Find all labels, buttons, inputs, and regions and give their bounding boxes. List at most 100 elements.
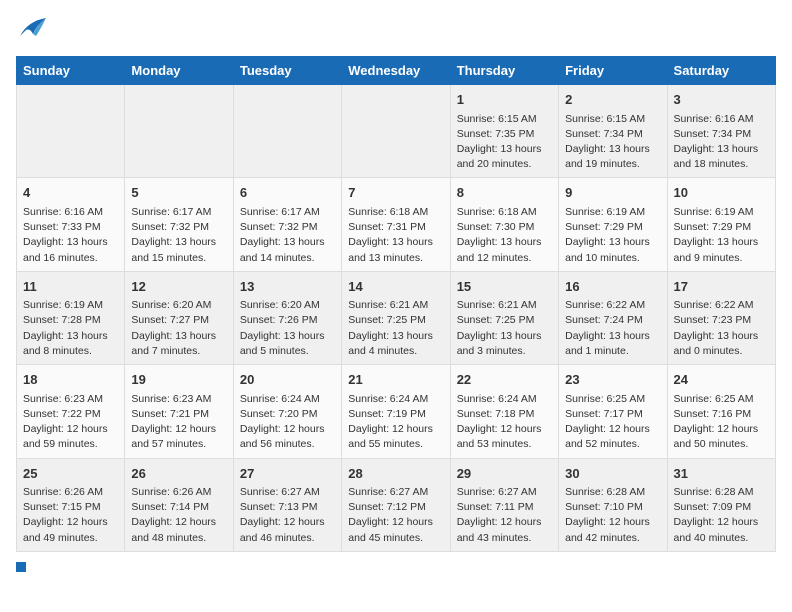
day-content: Sunrise: 6:15 AM Sunset: 7:34 PM Dayligh… (565, 112, 660, 173)
day-number: 16 (565, 277, 660, 297)
day-number: 29 (457, 464, 552, 484)
calendar-cell: 12Sunrise: 6:20 AM Sunset: 7:27 PM Dayli… (125, 271, 233, 364)
calendar-cell: 21Sunrise: 6:24 AM Sunset: 7:19 PM Dayli… (342, 365, 450, 458)
day-content: Sunrise: 6:27 AM Sunset: 7:12 PM Dayligh… (348, 485, 443, 546)
day-number: 22 (457, 370, 552, 390)
calendar-cell: 8Sunrise: 6:18 AM Sunset: 7:30 PM Daylig… (450, 178, 558, 271)
day-number: 13 (240, 277, 335, 297)
calendar-footer (16, 562, 776, 572)
week-row-2: 4Sunrise: 6:16 AM Sunset: 7:33 PM Daylig… (17, 178, 776, 271)
day-content: Sunrise: 6:26 AM Sunset: 7:15 PM Dayligh… (23, 485, 118, 546)
day-content: Sunrise: 6:26 AM Sunset: 7:14 PM Dayligh… (131, 485, 226, 546)
logo-bird-icon (18, 16, 48, 44)
day-number: 5 (131, 183, 226, 203)
day-number: 28 (348, 464, 443, 484)
day-number: 25 (23, 464, 118, 484)
header-day-sunday: Sunday (17, 57, 125, 85)
calendar-cell: 28Sunrise: 6:27 AM Sunset: 7:12 PM Dayli… (342, 458, 450, 551)
calendar-cell: 9Sunrise: 6:19 AM Sunset: 7:29 PM Daylig… (559, 178, 667, 271)
day-content: Sunrise: 6:24 AM Sunset: 7:20 PM Dayligh… (240, 392, 335, 453)
calendar-cell: 14Sunrise: 6:21 AM Sunset: 7:25 PM Dayli… (342, 271, 450, 364)
day-content: Sunrise: 6:19 AM Sunset: 7:28 PM Dayligh… (23, 298, 118, 359)
header-day-monday: Monday (125, 57, 233, 85)
day-content: Sunrise: 6:23 AM Sunset: 7:21 PM Dayligh… (131, 392, 226, 453)
calendar-cell: 26Sunrise: 6:26 AM Sunset: 7:14 PM Dayli… (125, 458, 233, 551)
day-number: 9 (565, 183, 660, 203)
day-number: 11 (23, 277, 118, 297)
daylight-indicator (16, 562, 26, 572)
day-content: Sunrise: 6:25 AM Sunset: 7:17 PM Dayligh… (565, 392, 660, 453)
calendar-cell: 16Sunrise: 6:22 AM Sunset: 7:24 PM Dayli… (559, 271, 667, 364)
calendar-cell: 27Sunrise: 6:27 AM Sunset: 7:13 PM Dayli… (233, 458, 341, 551)
day-number: 24 (674, 370, 769, 390)
calendar-cell (342, 85, 450, 178)
day-content: Sunrise: 6:19 AM Sunset: 7:29 PM Dayligh… (565, 205, 660, 266)
calendar-cell: 29Sunrise: 6:27 AM Sunset: 7:11 PM Dayli… (450, 458, 558, 551)
day-number: 27 (240, 464, 335, 484)
day-number: 21 (348, 370, 443, 390)
day-content: Sunrise: 6:28 AM Sunset: 7:10 PM Dayligh… (565, 485, 660, 546)
day-content: Sunrise: 6:22 AM Sunset: 7:23 PM Dayligh… (674, 298, 769, 359)
header-day-tuesday: Tuesday (233, 57, 341, 85)
day-content: Sunrise: 6:23 AM Sunset: 7:22 PM Dayligh… (23, 392, 118, 453)
day-number: 12 (131, 277, 226, 297)
day-number: 19 (131, 370, 226, 390)
day-number: 20 (240, 370, 335, 390)
day-content: Sunrise: 6:17 AM Sunset: 7:32 PM Dayligh… (131, 205, 226, 266)
day-number: 17 (674, 277, 769, 297)
calendar-cell: 13Sunrise: 6:20 AM Sunset: 7:26 PM Dayli… (233, 271, 341, 364)
calendar-cell: 17Sunrise: 6:22 AM Sunset: 7:23 PM Dayli… (667, 271, 775, 364)
page-header (16, 16, 776, 44)
day-content: Sunrise: 6:17 AM Sunset: 7:32 PM Dayligh… (240, 205, 335, 266)
day-content: Sunrise: 6:21 AM Sunset: 7:25 PM Dayligh… (348, 298, 443, 359)
week-row-5: 25Sunrise: 6:26 AM Sunset: 7:15 PM Dayli… (17, 458, 776, 551)
day-number: 1 (457, 90, 552, 110)
calendar-cell: 19Sunrise: 6:23 AM Sunset: 7:21 PM Dayli… (125, 365, 233, 458)
day-number: 31 (674, 464, 769, 484)
day-content: Sunrise: 6:27 AM Sunset: 7:13 PM Dayligh… (240, 485, 335, 546)
calendar-cell: 10Sunrise: 6:19 AM Sunset: 7:29 PM Dayli… (667, 178, 775, 271)
calendar-cell: 23Sunrise: 6:25 AM Sunset: 7:17 PM Dayli… (559, 365, 667, 458)
day-number: 15 (457, 277, 552, 297)
calendar-cell (125, 85, 233, 178)
calendar-cell (17, 85, 125, 178)
day-content: Sunrise: 6:16 AM Sunset: 7:33 PM Dayligh… (23, 205, 118, 266)
calendar-cell: 5Sunrise: 6:17 AM Sunset: 7:32 PM Daylig… (125, 178, 233, 271)
calendar-cell: 25Sunrise: 6:26 AM Sunset: 7:15 PM Dayli… (17, 458, 125, 551)
header-row: SundayMondayTuesdayWednesdayThursdayFrid… (17, 57, 776, 85)
calendar-cell: 24Sunrise: 6:25 AM Sunset: 7:16 PM Dayli… (667, 365, 775, 458)
calendar-body: 1Sunrise: 6:15 AM Sunset: 7:35 PM Daylig… (17, 85, 776, 552)
day-number: 8 (457, 183, 552, 203)
day-content: Sunrise: 6:25 AM Sunset: 7:16 PM Dayligh… (674, 392, 769, 453)
logo (16, 16, 48, 44)
calendar-cell: 30Sunrise: 6:28 AM Sunset: 7:10 PM Dayli… (559, 458, 667, 551)
day-content: Sunrise: 6:16 AM Sunset: 7:34 PM Dayligh… (674, 112, 769, 173)
calendar-cell: 20Sunrise: 6:24 AM Sunset: 7:20 PM Dayli… (233, 365, 341, 458)
calendar-cell: 22Sunrise: 6:24 AM Sunset: 7:18 PM Dayli… (450, 365, 558, 458)
day-number: 4 (23, 183, 118, 203)
day-content: Sunrise: 6:20 AM Sunset: 7:26 PM Dayligh… (240, 298, 335, 359)
day-content: Sunrise: 6:27 AM Sunset: 7:11 PM Dayligh… (457, 485, 552, 546)
week-row-3: 11Sunrise: 6:19 AM Sunset: 7:28 PM Dayli… (17, 271, 776, 364)
calendar-header: SundayMondayTuesdayWednesdayThursdayFrid… (17, 57, 776, 85)
week-row-4: 18Sunrise: 6:23 AM Sunset: 7:22 PM Dayli… (17, 365, 776, 458)
day-content: Sunrise: 6:24 AM Sunset: 7:18 PM Dayligh… (457, 392, 552, 453)
header-day-saturday: Saturday (667, 57, 775, 85)
day-number: 30 (565, 464, 660, 484)
day-number: 2 (565, 90, 660, 110)
day-number: 7 (348, 183, 443, 203)
calendar-cell: 18Sunrise: 6:23 AM Sunset: 7:22 PM Dayli… (17, 365, 125, 458)
calendar-cell: 15Sunrise: 6:21 AM Sunset: 7:25 PM Dayli… (450, 271, 558, 364)
day-number: 18 (23, 370, 118, 390)
calendar-cell: 11Sunrise: 6:19 AM Sunset: 7:28 PM Dayli… (17, 271, 125, 364)
week-row-1: 1Sunrise: 6:15 AM Sunset: 7:35 PM Daylig… (17, 85, 776, 178)
header-day-wednesday: Wednesday (342, 57, 450, 85)
day-number: 10 (674, 183, 769, 203)
day-content: Sunrise: 6:24 AM Sunset: 7:19 PM Dayligh… (348, 392, 443, 453)
day-content: Sunrise: 6:22 AM Sunset: 7:24 PM Dayligh… (565, 298, 660, 359)
day-content: Sunrise: 6:18 AM Sunset: 7:30 PM Dayligh… (457, 205, 552, 266)
day-content: Sunrise: 6:18 AM Sunset: 7:31 PM Dayligh… (348, 205, 443, 266)
header-day-friday: Friday (559, 57, 667, 85)
header-day-thursday: Thursday (450, 57, 558, 85)
day-number: 3 (674, 90, 769, 110)
